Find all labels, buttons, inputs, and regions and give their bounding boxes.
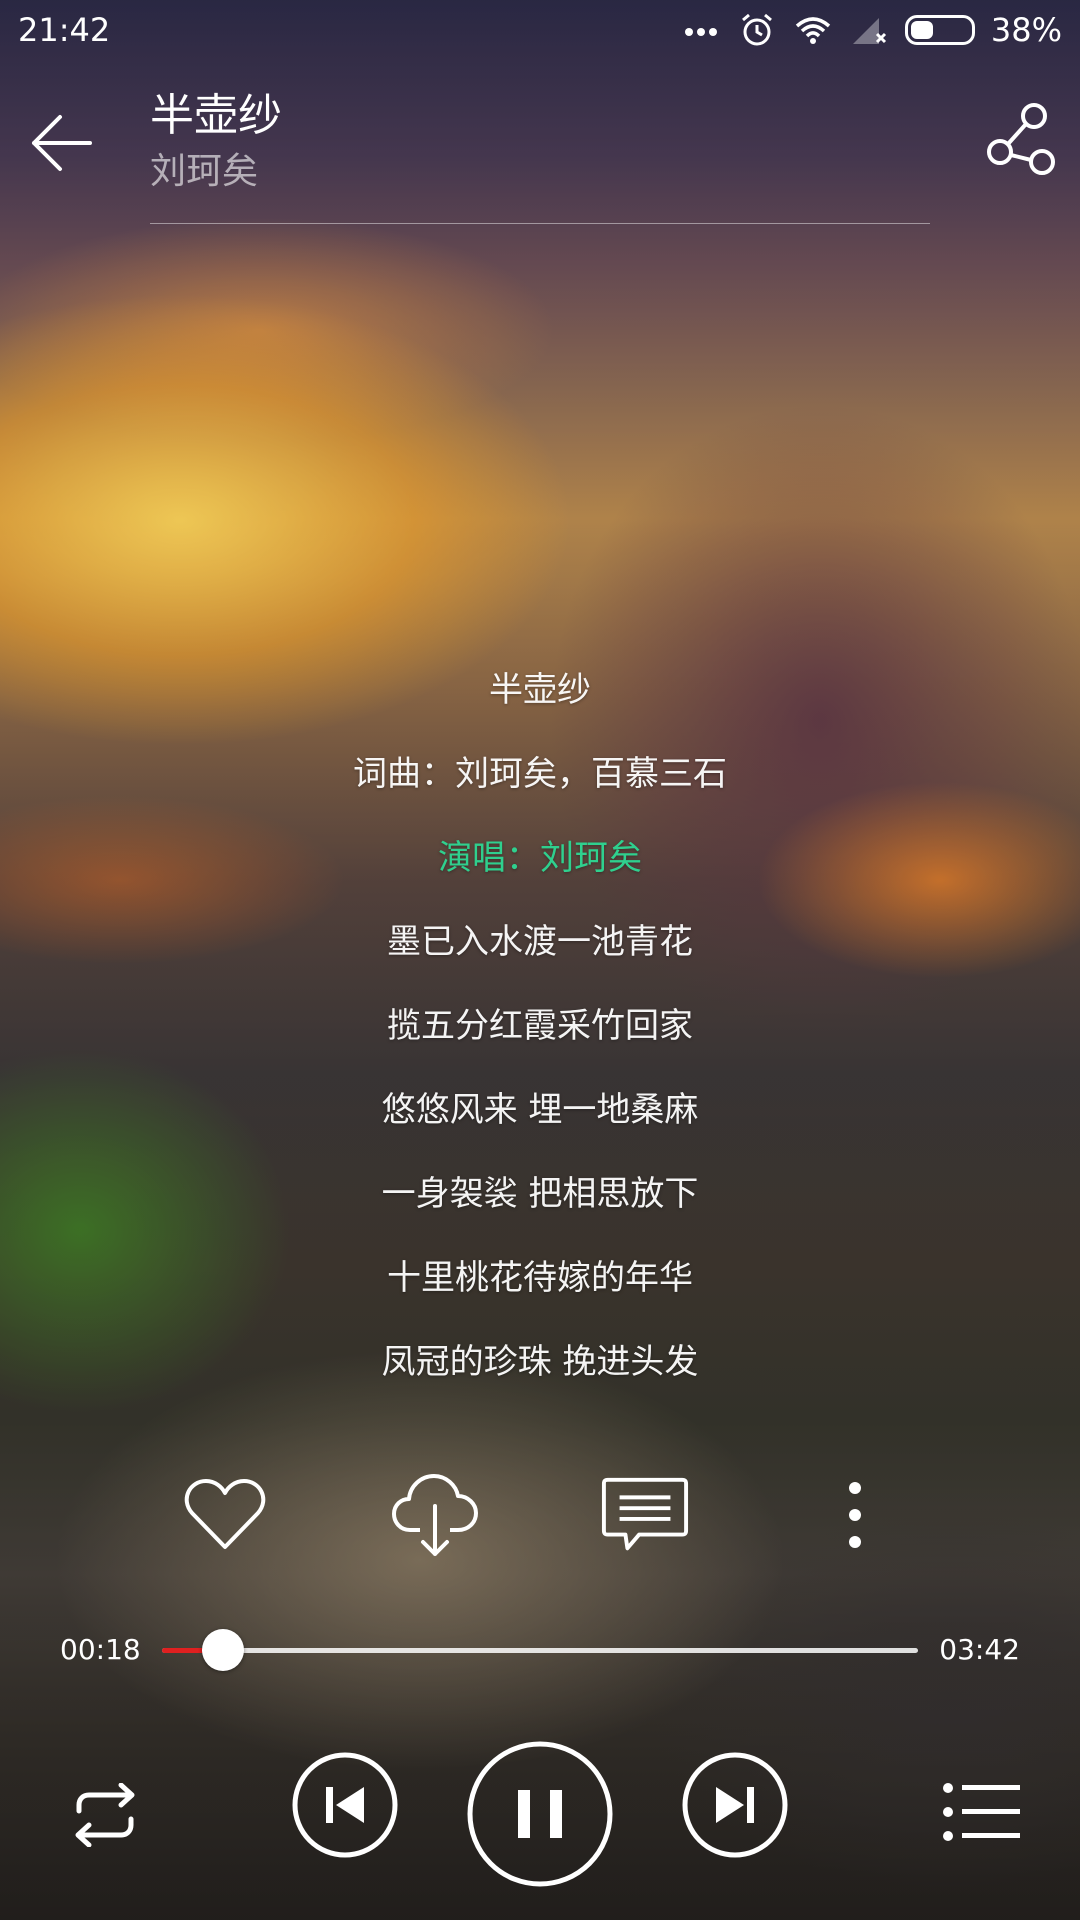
pause-button[interactable] bbox=[466, 1740, 614, 1888]
share-icon bbox=[987, 103, 1055, 175]
previous-button[interactable] bbox=[290, 1750, 400, 1860]
comment-icon bbox=[601, 1477, 689, 1551]
battery-percent: 38% bbox=[990, 11, 1062, 49]
status-bar: 21:42 38% bbox=[0, 0, 1080, 60]
favorite-heart-icon bbox=[184, 1479, 266, 1549]
next-button[interactable] bbox=[680, 1750, 790, 1860]
lyric-line: 十里桃花待嫁的年华 bbox=[387, 1258, 693, 1298]
more-button[interactable] bbox=[810, 1470, 900, 1560]
action-row bbox=[0, 1470, 1080, 1560]
lyric-line: 词曲：刘珂矣，百慕三石 bbox=[353, 754, 727, 794]
progress-row: 00:18 03:42 bbox=[0, 1625, 1080, 1675]
lyric-line: 一身袈裟 把相思放下 bbox=[381, 1174, 699, 1214]
previous-icon bbox=[292, 1752, 398, 1858]
title-block: 半壶纱 刘珂矣 bbox=[150, 88, 282, 196]
battery-level-fill bbox=[910, 21, 933, 39]
no-signal-icon bbox=[852, 18, 886, 44]
wifi-icon bbox=[795, 17, 831, 44]
current-time: 00:18 bbox=[60, 1633, 141, 1666]
alarm-icon bbox=[741, 13, 772, 46]
seek-bar[interactable] bbox=[162, 1629, 918, 1671]
lyric-line: 凤冠的珍珠 挽进头发 bbox=[381, 1342, 699, 1382]
seek-thumb[interactable] bbox=[202, 1629, 245, 1671]
total-time: 03:42 bbox=[939, 1633, 1020, 1666]
comment-button[interactable] bbox=[600, 1470, 690, 1560]
lyric-line: 悠悠风来 埋一地桑麻 bbox=[381, 1090, 699, 1130]
download-button[interactable] bbox=[390, 1470, 480, 1560]
repeat-button[interactable] bbox=[60, 1770, 150, 1860]
share-button[interactable] bbox=[984, 100, 1056, 180]
artist-name[interactable]: 刘珂矣 bbox=[150, 148, 282, 196]
lyric-line: 墨已入水渡一池青花 bbox=[387, 922, 693, 962]
repeat-icon bbox=[75, 1783, 135, 1847]
status-time: 21:42 bbox=[18, 11, 111, 49]
more-vertical-icon bbox=[849, 1482, 861, 1548]
next-icon bbox=[682, 1752, 788, 1858]
favorite-button[interactable] bbox=[180, 1470, 270, 1560]
lyric-line-current: 演唱：刘珂矣 bbox=[438, 838, 642, 878]
header-divider bbox=[150, 223, 930, 224]
pause-icon bbox=[467, 1741, 613, 1887]
lyric-line: 半壶纱 bbox=[489, 670, 591, 710]
download-cloud-icon bbox=[392, 1474, 478, 1556]
back-arrow-icon bbox=[32, 115, 92, 171]
song-title: 半壶纱 bbox=[150, 90, 282, 141]
lyric-line: 揽五分红霞采竹回家 bbox=[387, 1006, 693, 1046]
status-icons: 38% bbox=[681, 10, 1062, 50]
lyrics-panel[interactable]: 半壶纱词曲：刘珂矣，百慕三石 演唱：刘珂矣墨已入水渡一池青花 揽五分红霞采竹回家 悠悠… bbox=[0, 648, 1080, 1404]
more-dots-icon bbox=[684, 28, 717, 36]
player-header: 半壶纱 刘珂矣 bbox=[0, 60, 1080, 230]
back-button[interactable] bbox=[26, 108, 96, 178]
playlist-icon bbox=[943, 1783, 1020, 1841]
playlist-button[interactable] bbox=[940, 1770, 1024, 1854]
playback-controls bbox=[0, 1740, 1080, 1890]
battery-icon bbox=[904, 15, 975, 45]
